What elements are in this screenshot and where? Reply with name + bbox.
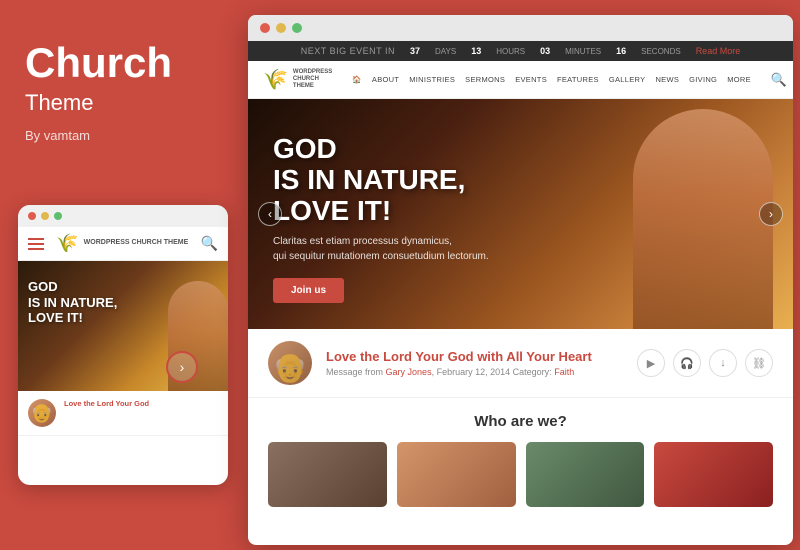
hero-figure	[633, 109, 773, 329]
seconds-value: 16	[616, 46, 626, 56]
sermon-title[interactable]: Love the Lord Your God with All Your Hea…	[326, 349, 623, 364]
desktop-logo-text: WORDPRESS CHURCH THEME	[293, 69, 332, 91]
nav-home-icon[interactable]: 🏠	[352, 75, 362, 84]
hero-line1: GOD	[273, 133, 337, 164]
desktop-wheat-icon: 🌾	[263, 67, 288, 92]
mobile-preview: 🌾 WORDPRESS CHURCH THEME 🔍 GOD IS IN NAT…	[18, 205, 228, 485]
hours-value: 13	[471, 46, 481, 56]
wheat-icon: 🌾	[56, 233, 78, 254]
sermon-download-button[interactable]: ↓	[709, 349, 737, 377]
who-card-hands[interactable]	[397, 442, 516, 507]
nav-features[interactable]: FEATURES	[557, 75, 599, 84]
desktop-topbar: NEXT BIG EVENT IN 37 DAYS 13 HOURS 03 MI…	[248, 41, 793, 61]
mobile-dots-bar	[18, 205, 228, 227]
mobile-hero-line3: LOVE IT!	[28, 310, 117, 326]
sermon-play-button[interactable]: ▶	[637, 349, 665, 377]
days-unit: DAYS	[435, 47, 456, 56]
hero-line2: IS IN NATURE,	[273, 164, 465, 195]
sermon-meta: Message from Gary Jones, February 12, 20…	[326, 367, 623, 377]
mobile-navbar: 🌾 WORDPRESS CHURCH THEME 🔍	[18, 227, 228, 261]
sermon-author[interactable]: Gary Jones	[386, 367, 432, 377]
who-card-group[interactable]	[526, 442, 645, 507]
desktop-navbar: 🌾 WORDPRESS CHURCH THEME 🏠 ABOUT MINISTR…	[248, 61, 793, 99]
desktop-dots-bar	[248, 15, 793, 41]
theme-byline: By vamtam	[25, 128, 215, 143]
desktop-preview: NEXT BIG EVENT IN 37 DAYS 13 HOURS 03 MI…	[248, 15, 793, 545]
hero-line3: LOVE IT!	[273, 195, 391, 226]
hamburger-menu[interactable]	[28, 238, 44, 250]
desktop-dot-red[interactable]	[260, 23, 270, 33]
nav-more[interactable]: MORE	[727, 75, 751, 84]
desktop-dot-yellow[interactable]	[276, 23, 286, 33]
sermon-meta-prefix: Message from	[326, 367, 383, 377]
who-title: Who are we?	[268, 413, 773, 430]
mobile-next-button[interactable]: ›	[166, 351, 198, 383]
person-icon: 👴	[31, 403, 53, 424]
who-grid	[268, 442, 773, 507]
days-value: 37	[410, 46, 420, 56]
mobile-hero-line1: GOD	[28, 279, 117, 295]
seconds-unit: SECONDS	[641, 47, 681, 56]
who-card-church[interactable]	[268, 442, 387, 507]
sermon-date: February 12, 2014	[437, 367, 511, 377]
hero-sub-text: Claritas est etiam processus dynamicus,q…	[273, 234, 489, 264]
hero-heading: GOD IS IN NATURE, LOVE IT!	[273, 134, 489, 226]
sermon-actions: ▶ 🎧 ↓ ⛓	[637, 349, 773, 377]
event-label: NEXT BIG EVENT IN	[301, 46, 395, 56]
mobile-logo-text: WORDPRESS CHURCH THEME	[84, 239, 189, 247]
mobile-sermon-avatar: 👴	[28, 399, 56, 427]
sermon-category-prefix: Category:	[513, 367, 552, 377]
desktop-dot-green[interactable]	[292, 23, 302, 33]
hamburger-line	[28, 238, 44, 240]
nav-events[interactable]: EVENTS	[515, 75, 547, 84]
theme-subtitle: Theme	[25, 90, 215, 116]
sermon-share-button[interactable]: ⛓	[745, 349, 773, 377]
hero-figure-body	[633, 109, 773, 329]
who-card-worship[interactable]	[654, 442, 773, 507]
mobile-sermon-title[interactable]: Love the Lord Your God	[64, 399, 149, 409]
nav-sermons[interactable]: SERMONS	[465, 75, 505, 84]
read-more-link[interactable]: Read More	[696, 46, 741, 56]
person-avatar-icon: 👴	[273, 351, 308, 384]
theme-title: Church	[25, 40, 215, 86]
who-section: Who are we?	[248, 398, 793, 517]
mobile-sermon-row: 👴 Love the Lord Your God	[18, 391, 228, 436]
mobile-logo: 🌾 WORDPRESS CHURCH THEME	[56, 233, 188, 254]
minutes-value: 03	[540, 46, 550, 56]
sermon-audio-button[interactable]: 🎧	[673, 349, 701, 377]
hours-unit: HOURS	[496, 47, 525, 56]
mobile-search-icon[interactable]: 🔍	[201, 235, 218, 252]
mobile-hero-text: GOD IS IN NATURE, LOVE IT!	[28, 279, 117, 326]
mobile-dot-yellow[interactable]	[41, 212, 49, 220]
sermon-row: 👴 Love the Lord Your God with All Your H…	[248, 329, 793, 398]
join-us-button[interactable]: Join us	[273, 278, 344, 303]
hamburger-line	[28, 248, 44, 250]
sermon-info: Love the Lord Your God with All Your Hea…	[326, 349, 623, 377]
nav-news[interactable]: NEWS	[655, 75, 679, 84]
mobile-hero: GOD IS IN NATURE, LOVE IT! ›	[18, 261, 228, 391]
mobile-dot-red[interactable]	[28, 212, 36, 220]
nav-giving[interactable]: GIVING	[689, 75, 717, 84]
mobile-dot-green[interactable]	[54, 212, 62, 220]
hero-next-button[interactable]: ›	[759, 202, 783, 226]
desktop-logo[interactable]: 🌾 WORDPRESS CHURCH THEME	[263, 67, 332, 92]
desktop-search-icon[interactable]: 🔍	[771, 72, 787, 88]
nav-gallery[interactable]: GALLERY	[609, 75, 646, 84]
sermon-category[interactable]: Faith	[554, 367, 574, 377]
hero-text-block: GOD IS IN NATURE, LOVE IT! Claritas est …	[273, 134, 489, 303]
mobile-hero-line2: IS IN NATURE,	[28, 295, 117, 311]
nav-ministries[interactable]: MINISTRIES	[409, 75, 455, 84]
desktop-hero: GOD IS IN NATURE, LOVE IT! Claritas est …	[248, 99, 793, 329]
hamburger-line	[28, 243, 44, 245]
minutes-unit: MINUTES	[565, 47, 601, 56]
hero-prev-button[interactable]: ‹	[258, 202, 282, 226]
nav-about[interactable]: ABOUT	[372, 75, 399, 84]
sermon-avatar: 👴	[268, 341, 312, 385]
